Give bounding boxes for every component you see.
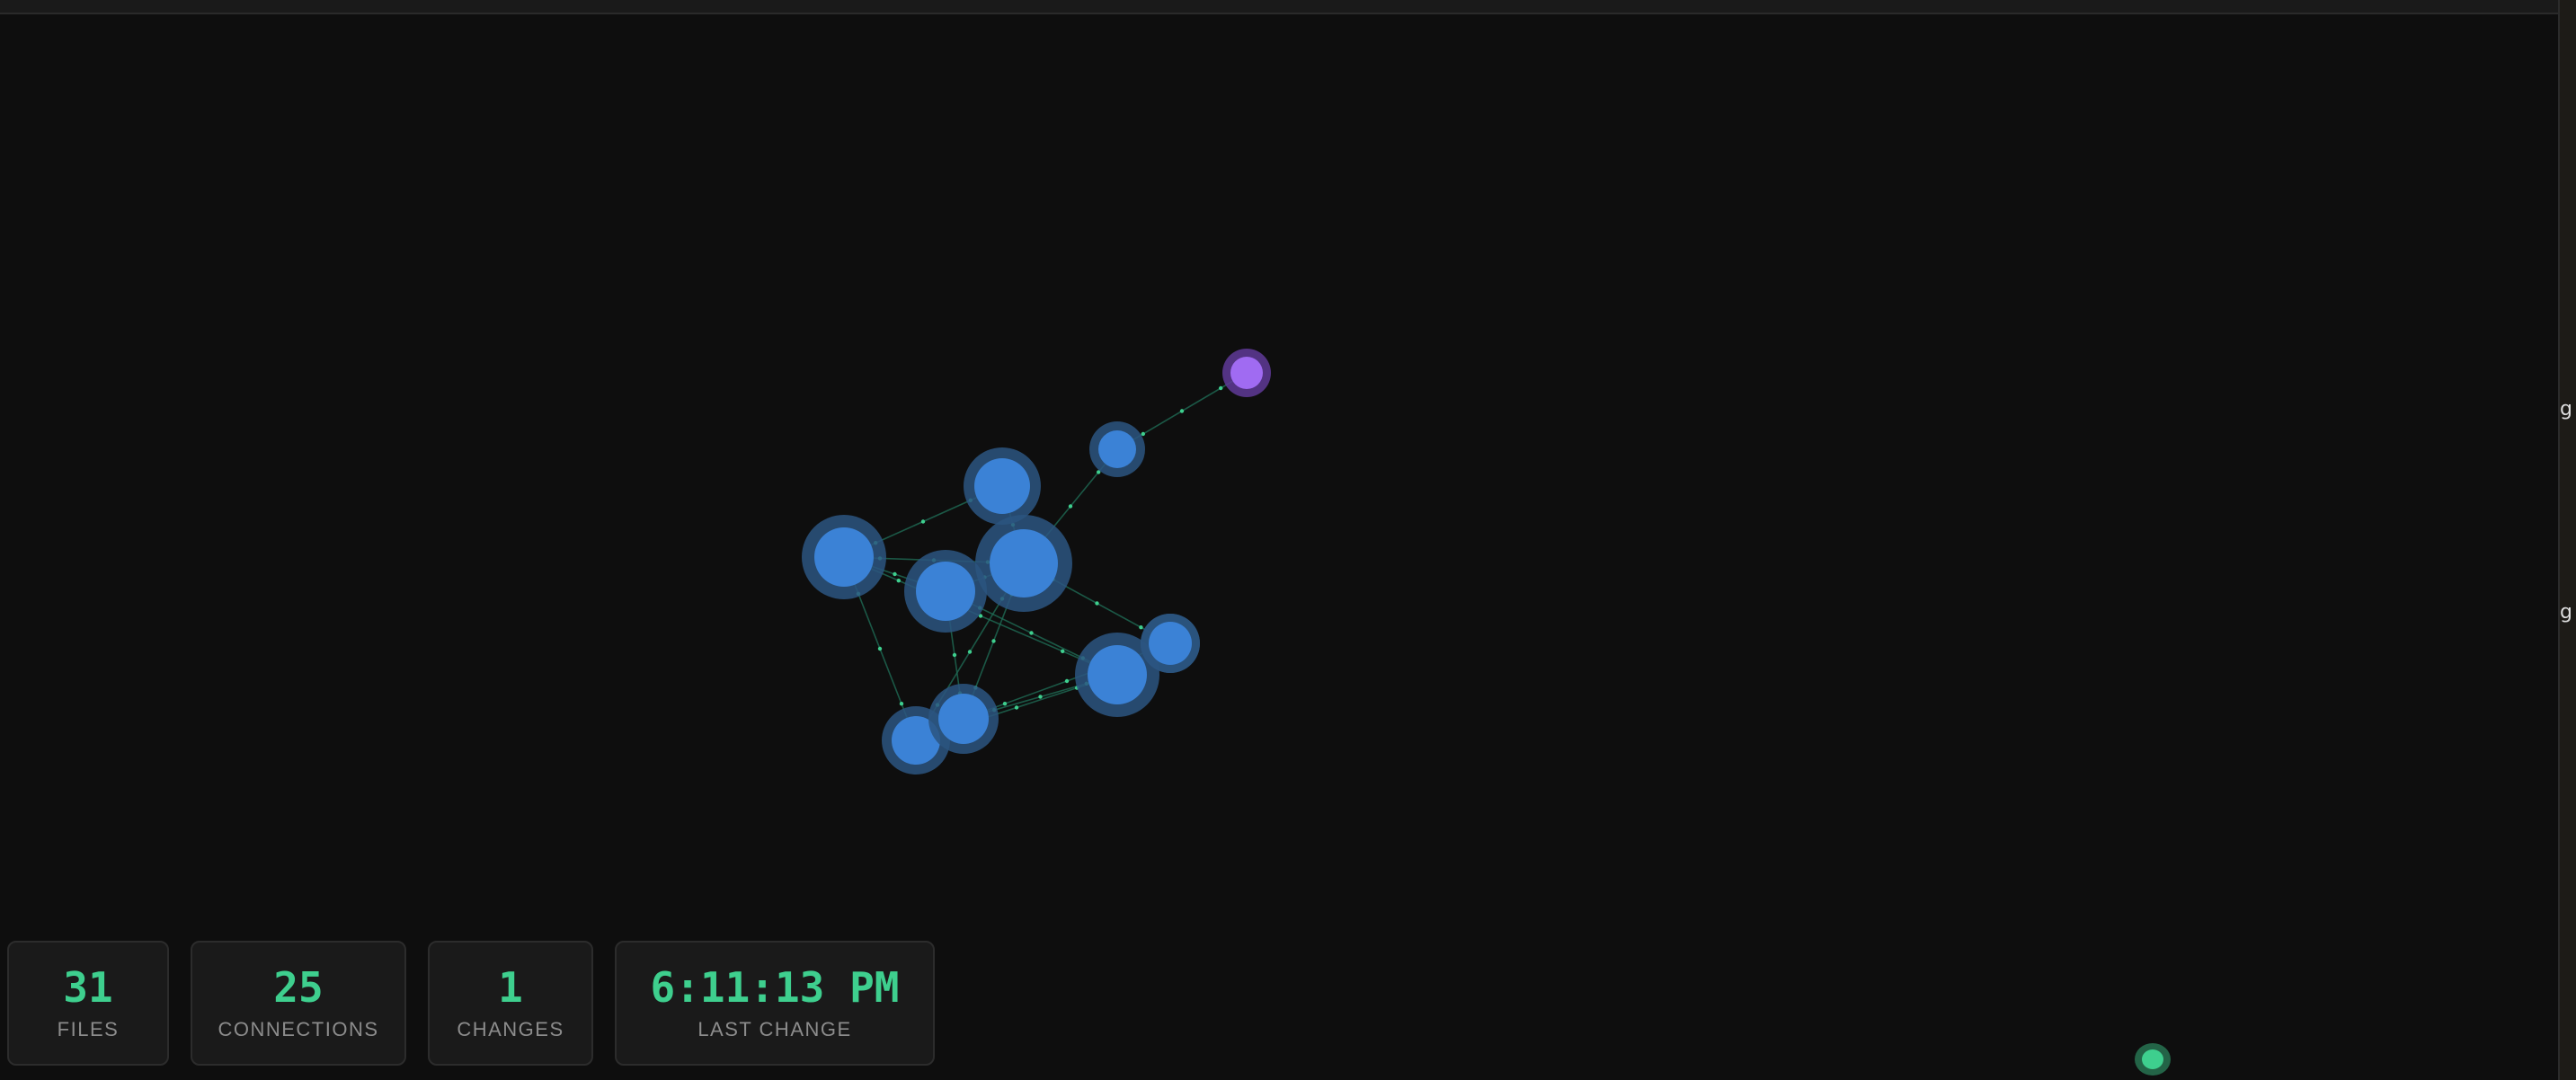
edge-glyph: g [2560, 602, 2572, 624]
node-core [814, 527, 874, 587]
node-core [974, 458, 1030, 514]
edge-particle [1219, 385, 1223, 391]
adjacent-window-edge [2558, 0, 2576, 1080]
changes-stat: 1 CHANGES [428, 941, 593, 1066]
edge-particle [893, 571, 897, 577]
edge-particle [899, 702, 904, 706]
status-indicator-icon [2135, 1043, 2171, 1076]
files-count: 31 [63, 963, 113, 1012]
edge-particle [1061, 649, 1065, 653]
node-core [916, 562, 975, 621]
connections-label: CONNECTIONS [218, 1018, 379, 1040]
last-change-time: 6:11:13 PM [650, 963, 900, 1012]
edge-particle [896, 579, 901, 583]
file-node[interactable] [928, 684, 999, 754]
edge-particle [1095, 601, 1099, 606]
file-node[interactable] [1089, 421, 1145, 477]
last-change-stat: 6:11:13 PM LAST CHANGE [615, 941, 935, 1066]
edge-particle [1068, 504, 1073, 509]
file-node[interactable] [1141, 614, 1200, 673]
file-node[interactable] [802, 515, 886, 599]
file-node[interactable] [975, 515, 1072, 612]
edge-particle [1038, 695, 1043, 699]
edge-particle [920, 519, 926, 524]
node-core [1098, 430, 1136, 468]
changes-label: CHANGES [457, 1018, 564, 1040]
node-core [938, 694, 989, 744]
edge-particle [1002, 702, 1008, 706]
node-core [1230, 357, 1263, 389]
edge-particle [877, 646, 883, 651]
edge-particle [952, 652, 957, 658]
edge-particle [1064, 678, 1070, 684]
edge-particle [1179, 409, 1185, 413]
file-node[interactable] [904, 550, 987, 633]
node-core [1149, 622, 1192, 665]
edge-particle [1014, 705, 1019, 710]
edge-particle [991, 639, 996, 643]
connections-count: 25 [273, 963, 324, 1012]
node-core [1088, 645, 1147, 704]
highlighted-file-node[interactable] [1222, 349, 1271, 397]
file-node[interactable] [964, 447, 1041, 525]
edge-particle [1141, 431, 1146, 437]
files-label: FILES [57, 1018, 120, 1040]
edge-glyph: g [2560, 399, 2572, 420]
edge-particle [967, 650, 973, 654]
edge-particle [1139, 625, 1143, 630]
node-core [990, 529, 1058, 598]
code-graph-app: 31 FILES 25 CONNECTIONS 1 CHANGES 6:11:1… [0, 0, 2576, 1080]
edge-particle [1029, 631, 1034, 635]
last-change-label: LAST CHANGE [697, 1018, 852, 1040]
changes-count: 1 [498, 963, 523, 1012]
files-stat: 31 FILES [7, 941, 169, 1066]
dependency-graph[interactable] [0, 0, 2558, 1080]
connections-stat: 25 CONNECTIONS [191, 941, 406, 1066]
